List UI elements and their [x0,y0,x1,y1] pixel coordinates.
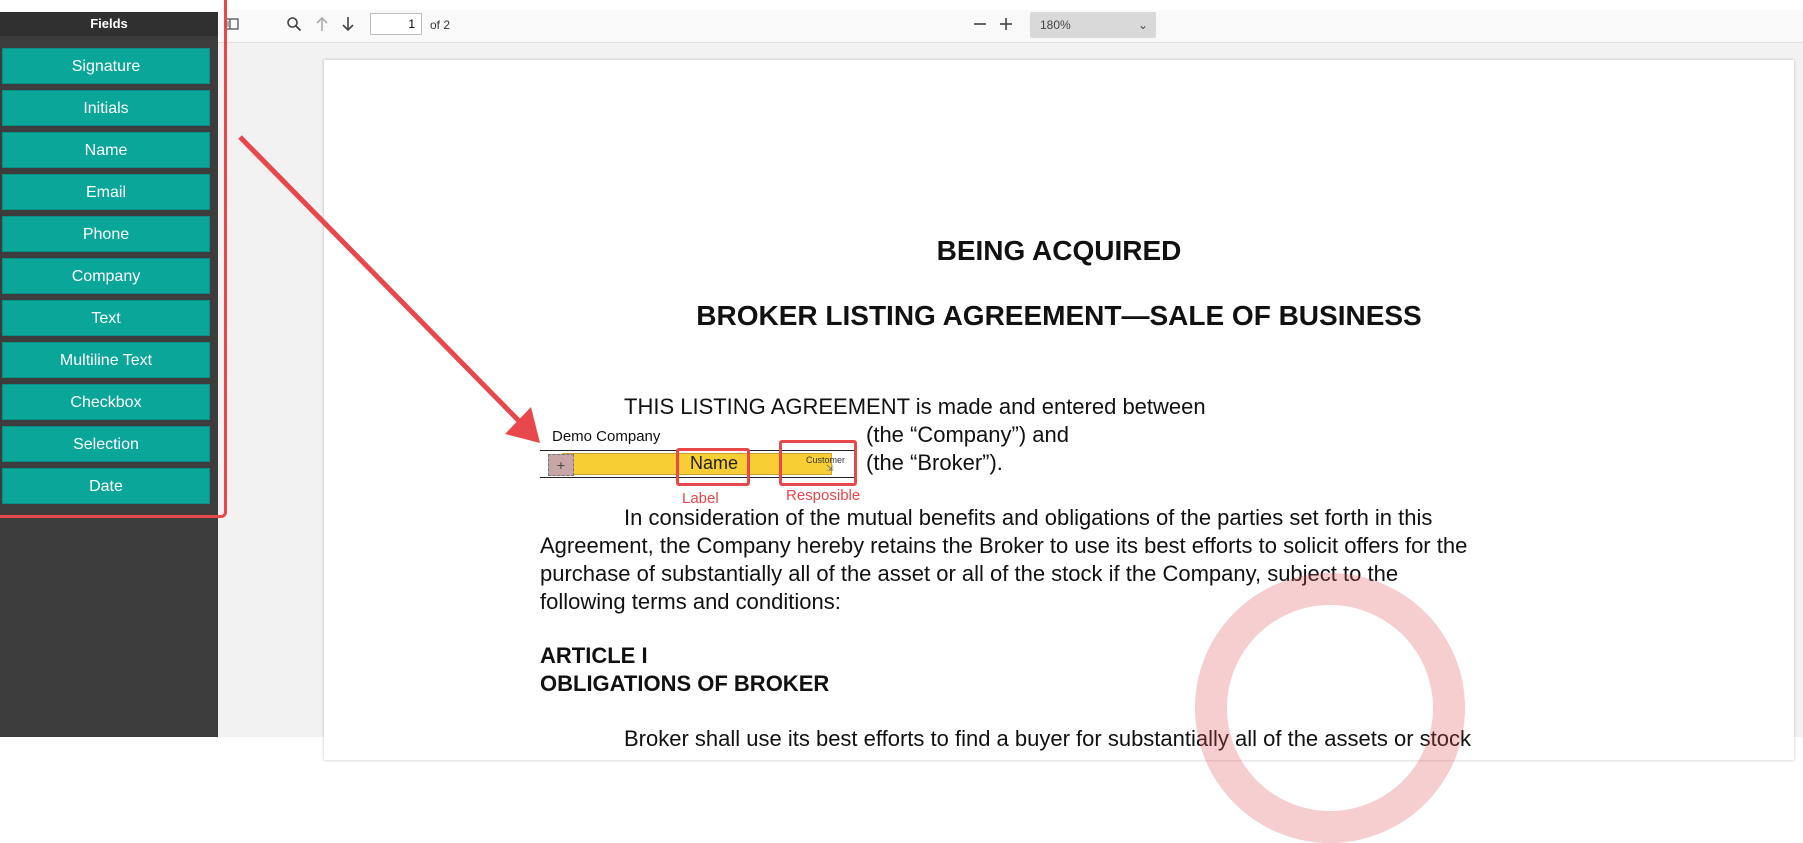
field-multiline-text-button[interactable]: Multiline Text [2,342,210,378]
zoom-out-icon[interactable] [970,16,990,36]
page-total: of 2 [430,18,451,32]
drag-handle-icon[interactable]: + [548,454,574,476]
zoom-in-icon[interactable] [996,16,1016,36]
field-text-button[interactable]: Text [2,300,210,336]
field-date-button[interactable]: Date [2,468,210,504]
zoom-value: 180% [1040,18,1071,32]
field-name-button[interactable]: Name [2,132,210,168]
consideration-line-1: In consideration of the mutual benefits … [624,505,1433,530]
sidebar-toggle-icon[interactable] [222,16,242,36]
document-subheading: BROKER LISTING AGREEMENT—SALE OF BUSINES… [696,300,1422,331]
field-selection-button[interactable]: Selection [2,426,210,462]
document-page: BEING ACQUIRED BROKER LISTING AGREEMENT—… [324,60,1794,760]
field-email-button[interactable]: Email [2,174,210,210]
search-icon[interactable] [284,16,304,36]
stamp-watermark [1195,573,1465,843]
responsible-highlight-box [779,440,857,486]
toolbar-top-strip [218,0,1803,10]
article-title: OBLIGATIONS OF BROKER [540,671,830,696]
consideration-line-3: purchase of substantially all of the ass… [540,561,1399,586]
previous-page-icon[interactable] [312,16,332,36]
intro-text: THIS LISTING AGREEMENT is made and enter… [624,394,1206,419]
label-highlight-box [676,448,750,486]
zoom-select[interactable]: 180% ⌄ [1030,12,1156,38]
article-number: ARTICLE I [540,643,648,668]
broker-suffix: (the “Broker”). [866,450,1003,475]
fields-sidebar: Fields Signature Initials Name Email Pho… [0,0,218,737]
field-signature-button[interactable]: Signature [2,48,210,84]
responsible-annotation: Resposible [786,487,861,504]
pdf-viewer: 1 of 2 180% ⌄ BEING ACQUIRED BROKER LIST… [218,0,1803,760]
consideration-line-2: Agreement, the Company hereby retains th… [540,533,1468,558]
company-suffix: (the “Company”) and [866,422,1069,447]
consideration-line-4: following terms and conditions: [540,589,841,614]
label-annotation: Label [682,490,719,507]
document-heading: BEING ACQUIRED [936,235,1182,266]
page-number-input[interactable]: 1 [370,13,422,35]
next-page-icon[interactable] [338,16,358,36]
chevron-down-icon: ⌄ [1137,18,1148,32]
fields-header: Fields [0,12,218,36]
sidebar-top-strip [0,0,218,12]
company-value: Demo Company [552,428,661,445]
field-checkbox-button[interactable]: Checkbox [2,384,210,420]
field-phone-button[interactable]: Phone [2,216,210,252]
field-initials-button[interactable]: Initials [2,90,210,126]
viewer-toolbar: 1 of 2 180% ⌄ [218,10,1803,43]
field-company-button[interactable]: Company [2,258,210,294]
